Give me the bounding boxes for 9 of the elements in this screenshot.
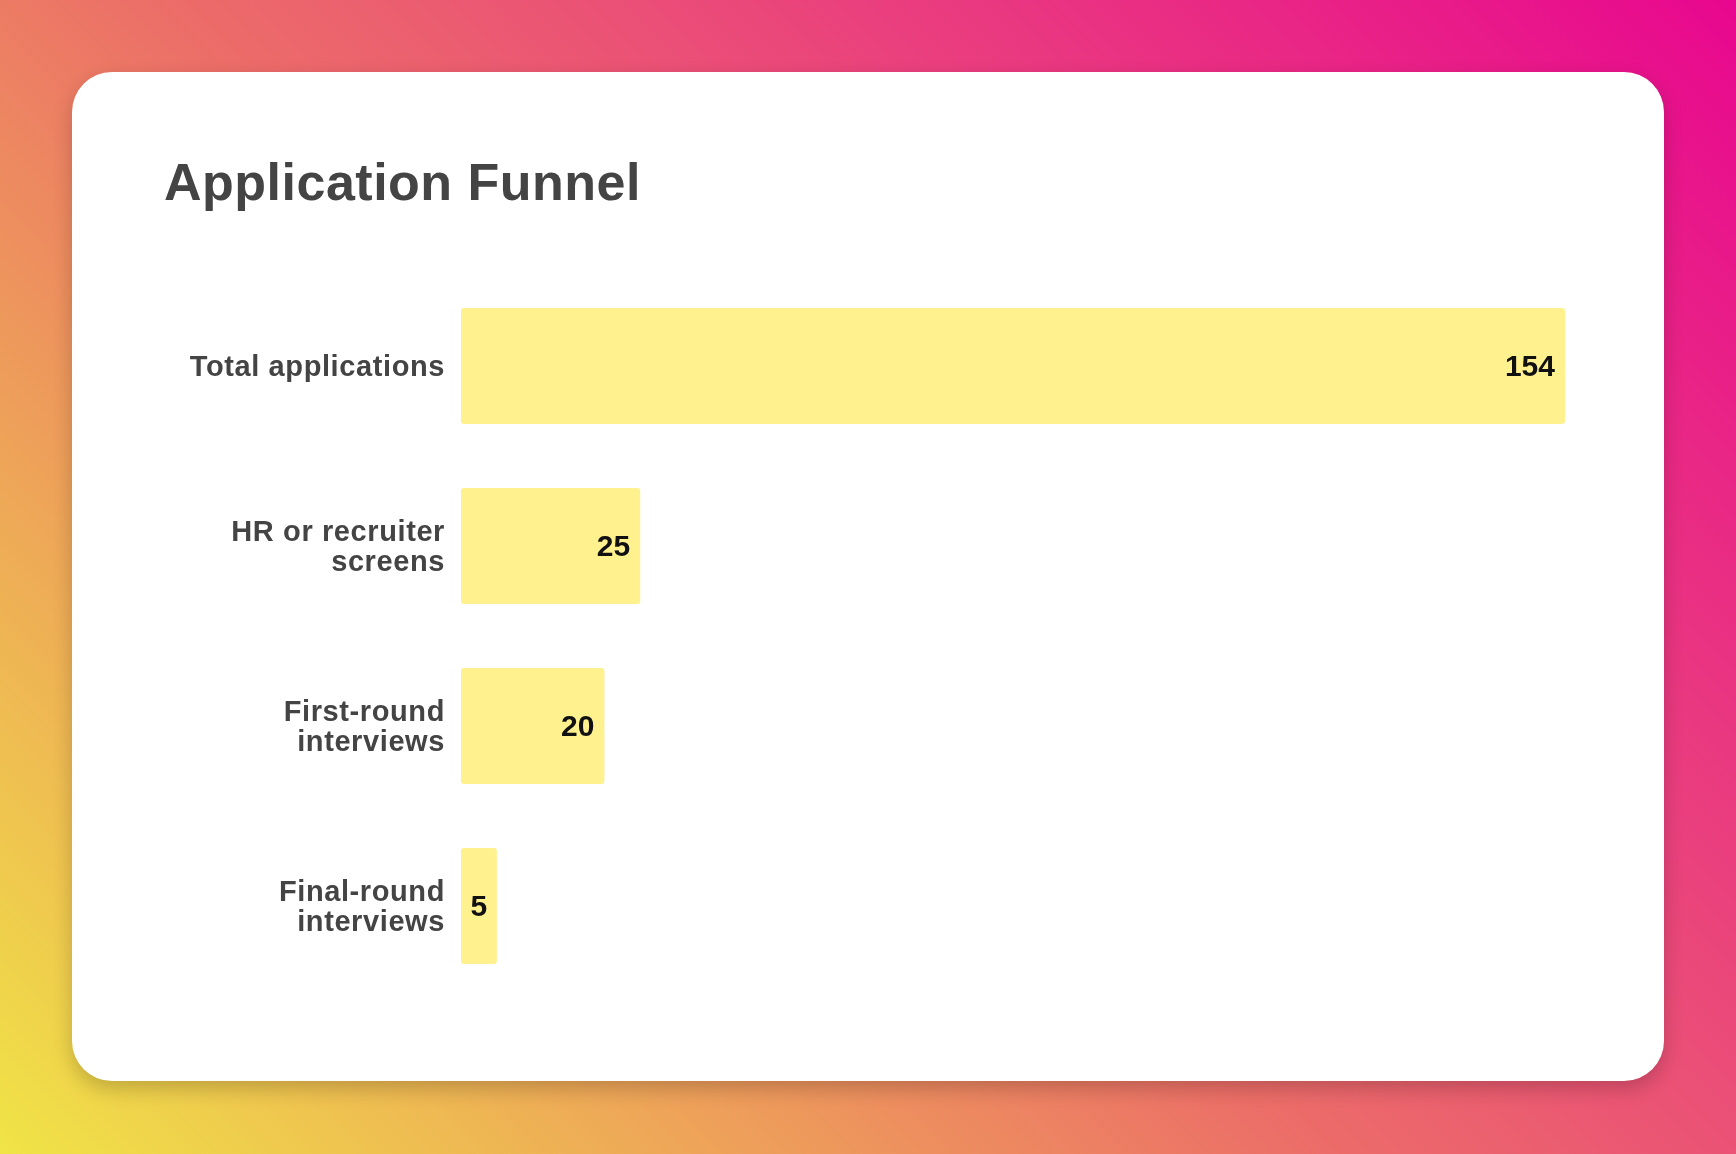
value-label: 25 xyxy=(596,529,631,562)
value-label: 5 xyxy=(470,889,488,922)
chart-title: Application Funnel xyxy=(164,152,641,212)
category-label: Total applications xyxy=(189,351,445,381)
value-label: 154 xyxy=(1504,349,1555,382)
category-label: First-round interviews xyxy=(282,696,445,756)
category-label: HR or recruiter screens xyxy=(230,516,445,576)
category-label: Final-round interviews xyxy=(277,876,445,936)
value-label: 20 xyxy=(561,709,595,742)
